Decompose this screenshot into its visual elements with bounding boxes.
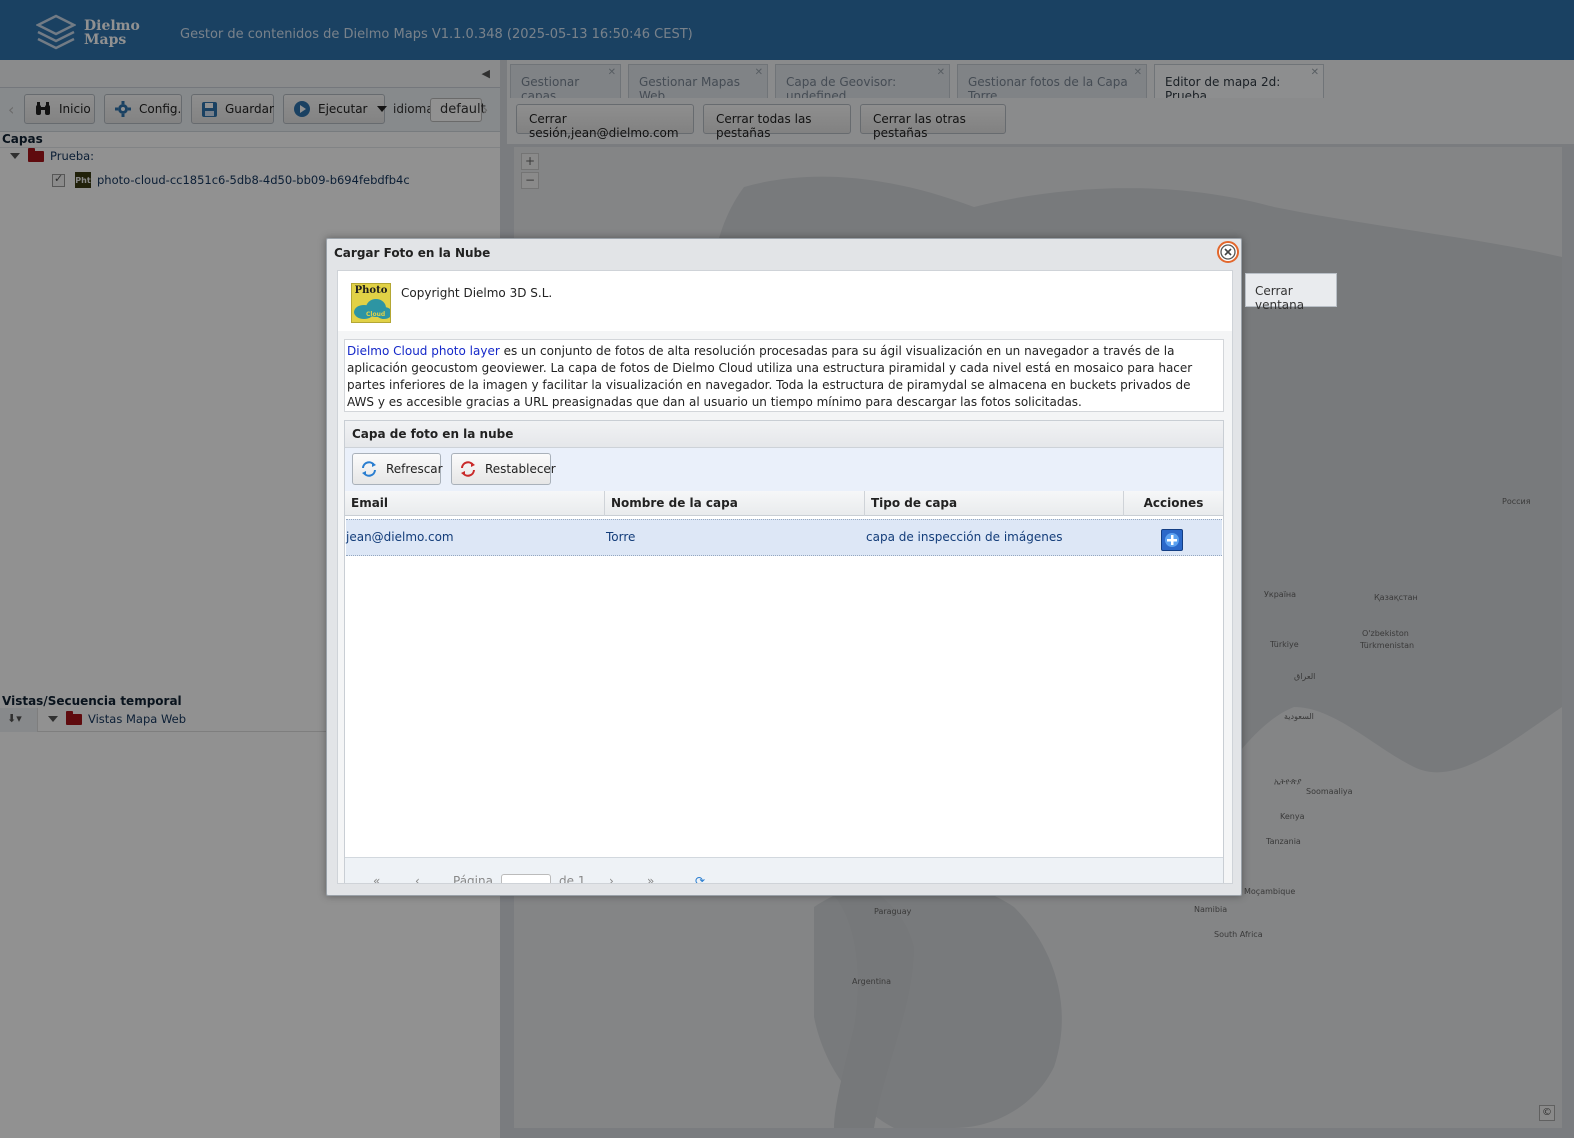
cell-layer-type: capa de inspección de imágenes: [866, 530, 1063, 544]
cargar-foto-dialog: Cargar Foto en la Nube Photo Cloud Copyr…: [326, 238, 1242, 896]
reset-label: Restablecer: [485, 462, 556, 476]
description-box: Dielmo Cloud photo layer es un conjunto …: [344, 339, 1224, 412]
refresh-button[interactable]: Refrescar: [352, 453, 443, 485]
grid-toolbar: Refrescar Restablecer: [345, 448, 1223, 491]
first-page-icon[interactable]: «: [373, 874, 380, 883]
close-window-tooltip: Cerrar ventana: [1245, 273, 1337, 312]
column-header-layer-type[interactable]: Tipo de capa: [865, 491, 1124, 516]
plus-icon: [1165, 533, 1179, 547]
page-label: Página: [453, 874, 493, 884]
refresh-icon: [360, 460, 378, 478]
next-page-icon[interactable]: ›: [609, 874, 614, 883]
dialog-title: Cargar Foto en la Nube: [334, 246, 491, 260]
refresh-label: Refrescar: [386, 462, 443, 476]
close-icon: [1220, 244, 1236, 260]
prev-page-icon[interactable]: ‹: [415, 874, 420, 883]
pager-refresh-icon[interactable]: ⟳: [695, 874, 705, 883]
cloud-layer-grid-panel: Capa de foto en la nube Refrescar Restab…: [344, 420, 1224, 884]
page-of-label: de 1: [559, 874, 586, 884]
column-header-layer-name[interactable]: Nombre de la capa: [605, 491, 865, 516]
cell-layer-name: Torre: [606, 530, 636, 544]
logo-cloud-text: Cloud: [366, 311, 385, 318]
column-header-email[interactable]: Email: [345, 491, 605, 516]
copyright-text: Copyright Dielmo 3D S.L.: [401, 286, 553, 300]
reset-icon: [459, 460, 477, 478]
last-page-icon[interactable]: »: [647, 874, 654, 883]
dialog-close-button[interactable]: [1217, 241, 1239, 263]
reset-button[interactable]: Restablecer: [451, 453, 556, 485]
photo-cloud-logo-icon: Photo Cloud: [351, 283, 391, 323]
page-number-input[interactable]: [501, 874, 551, 883]
description-link[interactable]: Dielmo Cloud photo layer: [347, 344, 500, 358]
add-photos-button[interactable]: [1161, 529, 1183, 551]
copyright-box: Photo Cloud Copyright Dielmo 3D S.L.: [338, 271, 1232, 331]
cloud-icon: Cloud: [354, 299, 390, 319]
cell-email: jean@dielmo.com: [346, 530, 454, 544]
table-row[interactable]: jean@dielmo.com Torre capa de inspección…: [346, 519, 1222, 556]
grid-column-headers: Email Nombre de la capa Tipo de capa Acc…: [345, 491, 1223, 516]
dialog-body: Photo Cloud Copyright Dielmo 3D S.L. Die…: [337, 270, 1233, 884]
grid-panel-title: Capa de foto en la nube: [345, 421, 1223, 448]
logo-photo-text: Photo: [354, 285, 388, 296]
column-header-actions: Acciones: [1143, 496, 1204, 510]
grid-pager: « ‹ Página de 1 › » ⟳: [345, 857, 1223, 884]
